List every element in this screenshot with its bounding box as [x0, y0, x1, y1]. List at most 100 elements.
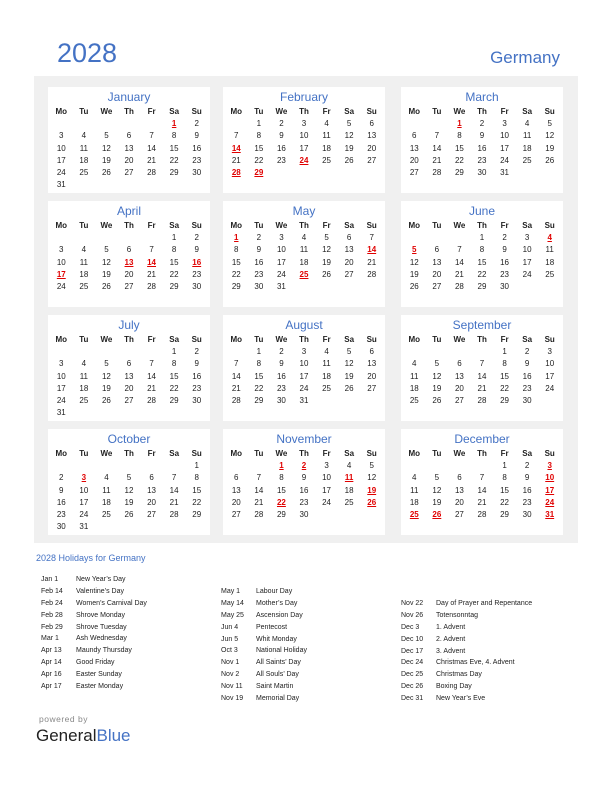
- day-cell: 9: [194, 131, 199, 141]
- day-cell: 18: [409, 497, 419, 507]
- holiday-column-3: Nov 22 Day of Prayer and Repentance Nov 26…: [401, 598, 532, 705]
- weekday-header: Tu: [79, 107, 89, 116]
- weekday-header: Mo: [55, 221, 68, 230]
- weekday-header: Th: [299, 107, 309, 116]
- day-cell: 12: [124, 485, 134, 495]
- weekday-header: Tu: [79, 449, 89, 458]
- weekday-header: Sa: [344, 221, 355, 230]
- powered-by-label: powered by: [39, 714, 88, 724]
- day-cell: 28: [477, 510, 487, 520]
- day-cell: 9: [524, 359, 530, 369]
- holiday-list-item: May 1 Labour Day: [221, 586, 307, 598]
- day-cell: 16: [192, 143, 202, 153]
- day-cell: 21: [147, 155, 157, 165]
- holiday-list-item: Dec 25 Christmas Day: [401, 669, 532, 681]
- day-cell: 21: [432, 155, 442, 165]
- day-cell: 4: [412, 473, 417, 483]
- day-cell: 8: [194, 473, 199, 483]
- weekday-header: Tu: [79, 221, 89, 230]
- day-cell: 29: [500, 396, 510, 406]
- holiday-name: 1. Advent: [436, 623, 466, 631]
- calendar-panel: January Mo Tu We Th Fr Sa Su 1 2 3 4 5 6 7 8 9 10 11 12 13 14…: [34, 76, 578, 543]
- holiday-date: Nov 22: [401, 600, 424, 607]
- day-cell: 11: [545, 245, 554, 255]
- day-cell: 17: [276, 257, 286, 267]
- holiday-list-item: Feb 24 Women’s Carnival Day: [41, 598, 147, 610]
- day-cell: 18: [101, 497, 111, 507]
- day-cell: 3: [301, 347, 307, 356]
- day-cell: 22: [169, 155, 179, 165]
- month-name: July: [118, 318, 140, 332]
- day-cell: 14: [231, 371, 241, 381]
- day-cell: 26: [101, 282, 111, 292]
- month-card-august: August Mo Tu We Th Fr Sa Su 1 2 3 4 5 6 7 8 9 10 11 12 13 14 1…: [223, 315, 385, 421]
- month-grid: Mo Tu We Th Fr Sa Su 1 2 3 4 5 6 7 8 9 10 11 12 13 14 15 16 17 1…: [223, 105, 385, 179]
- day-cell: 14: [147, 371, 157, 381]
- month-grid: Mo Tu We Th Fr Sa Su 1 2 3 4 5 6 7 8 9 10 11 12 13 14 15 16 17 1…: [223, 447, 385, 521]
- day-cell: 30: [192, 282, 202, 292]
- weekday-header: Th: [477, 335, 487, 344]
- holiday-date: Dec 3: [401, 623, 420, 631]
- day-cell: 28: [254, 510, 264, 520]
- weekday-header: Su: [191, 107, 202, 116]
- day-cell: 14: [454, 257, 464, 267]
- empty-day-cell: [50, 118, 73, 130]
- holiday-day-cell: 24: [299, 155, 309, 165]
- day-cell: 11: [79, 371, 88, 381]
- day-cell: 20: [124, 269, 134, 279]
- weekday-header: We: [100, 449, 113, 458]
- holiday-name: Good Friday: [76, 659, 115, 667]
- day-cell: 26: [101, 168, 111, 178]
- day-cell: 23: [276, 383, 286, 393]
- month-grid: Mo Tu We Th Fr Sa Su 1 2 3 4 5 6 7 8 9 10 11 12 13 14 15 16 17 1…: [48, 105, 210, 192]
- day-cell: 25: [344, 497, 354, 507]
- day-cell: 12: [409, 257, 419, 267]
- day-cell: 6: [434, 245, 440, 255]
- weekday-header: Tu: [254, 107, 264, 116]
- weekday-header: Tu: [432, 449, 442, 458]
- holiday-list-item: Dec 24 Christmas Eve, 4. Advent: [401, 657, 532, 669]
- day-cell: 16: [254, 257, 264, 267]
- day-cell: 23: [192, 155, 202, 165]
- month-name: April: [116, 204, 141, 218]
- day-cell: 19: [344, 143, 354, 153]
- weekday-header: Sa: [169, 335, 180, 344]
- day-cell: 4: [324, 347, 329, 356]
- day-cell: 27: [124, 282, 134, 292]
- day-cell: 22: [477, 269, 487, 279]
- day-cell: 25: [409, 396, 419, 406]
- weekday-header: Tu: [432, 335, 442, 344]
- holiday-date: Dec 31: [401, 695, 424, 703]
- day-cell: 17: [500, 143, 510, 153]
- holiday-name: Memorial Day: [256, 695, 300, 703]
- day-cell: 14: [147, 143, 157, 153]
- holiday-list-item: Jun 4 Pentecost: [221, 622, 307, 634]
- weekday-header: Th: [124, 335, 134, 344]
- weekday-header: Sa: [522, 449, 533, 458]
- day-cell: 3: [547, 347, 552, 356]
- holiday-column-2: May 1 Labour Day May 14 Mother’s Day May 25 A…: [221, 586, 307, 705]
- day-cell: 19: [101, 155, 111, 165]
- month-name: October: [107, 432, 151, 446]
- holiday-date: Dec 17: [401, 647, 424, 655]
- day-cell: 11: [102, 485, 111, 495]
- month-card-september: September Mo Tu We Th Fr Sa Su 1 2 3 4 5 6 7 8 9 10 11 12 13…: [401, 315, 563, 421]
- day-cell: 9: [479, 131, 485, 141]
- holiday-day-cell: 24: [545, 497, 555, 507]
- day-cell: 22: [500, 497, 510, 507]
- weekday-header: Tu: [432, 221, 442, 230]
- day-cell: 9: [194, 245, 199, 255]
- weekday-header: Mo: [55, 335, 68, 344]
- holiday-list-item: Apr 14 Good Friday: [41, 657, 147, 669]
- day-cell: 6: [369, 347, 374, 356]
- weekday-header: Su: [191, 449, 202, 458]
- empty-day-cell: [73, 460, 96, 472]
- day-cell: 12: [432, 371, 442, 381]
- holiday-list-item: Jan 1 New Year’s Day: [41, 574, 147, 586]
- empty-day-cell: [73, 346, 96, 358]
- day-cell: 26: [545, 155, 555, 165]
- day-cell: 5: [547, 119, 552, 128]
- day-cell: 28: [367, 269, 377, 279]
- empty-day-cell: [50, 232, 73, 244]
- generalblue-logo[interactable]: GeneralBlue: [36, 726, 131, 746]
